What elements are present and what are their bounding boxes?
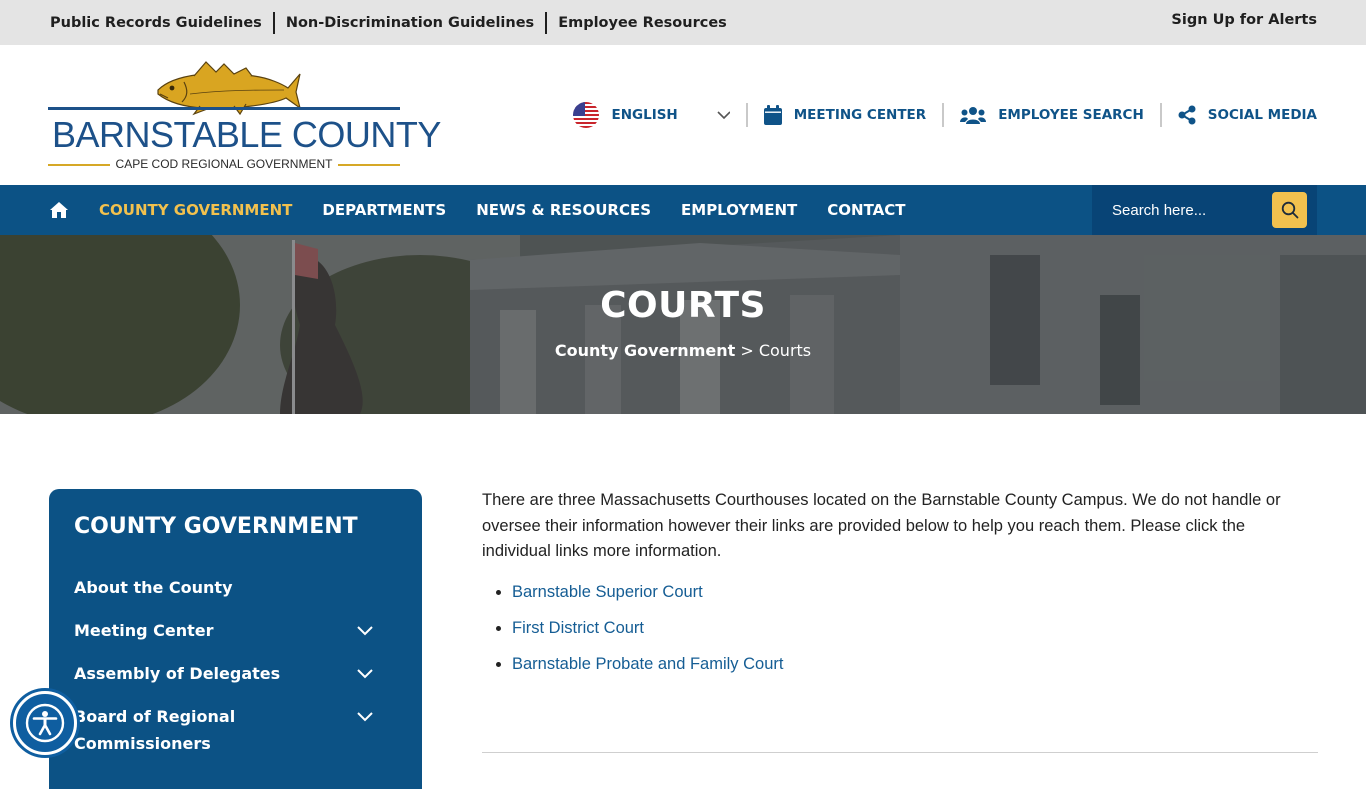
sidebar-item-label: Meeting Center bbox=[74, 621, 214, 640]
breadcrumb-separator: > bbox=[735, 341, 759, 360]
search-button[interactable] bbox=[1272, 192, 1307, 228]
chevron-down-icon[interactable] bbox=[357, 710, 373, 722]
non-discrimination-link[interactable]: Non-Discrimination Guidelines bbox=[272, 11, 545, 34]
logo-title: BARNSTABLE COUNTY bbox=[52, 114, 441, 155]
nav-contact[interactable]: CONTACT bbox=[827, 201, 905, 219]
page-title: COURTS bbox=[600, 285, 766, 326]
accessibility-button[interactable] bbox=[13, 691, 77, 755]
nav-list: COUNTY GOVERNMENT DEPARTMENTS NEWS & RES… bbox=[49, 185, 935, 235]
breadcrumb: County Government > Courts bbox=[0, 341, 1366, 360]
list-item: Barnstable Superior Court bbox=[512, 583, 1318, 602]
nav-employment[interactable]: EMPLOYMENT bbox=[681, 201, 797, 219]
sidebar-title: COUNTY GOVERNMENT bbox=[74, 514, 358, 539]
content-divider bbox=[482, 752, 1318, 753]
hero-banner: COURTS County Government > Courts bbox=[0, 235, 1366, 414]
top-utility-bar: Public Records Guidelines Non-Discrimina… bbox=[0, 0, 1366, 45]
nav-departments[interactable]: DEPARTMENTS bbox=[322, 201, 446, 219]
sidebar: COUNTY GOVERNMENT About the County Meeti… bbox=[49, 489, 422, 789]
public-records-link[interactable]: Public Records Guidelines bbox=[50, 12, 273, 34]
chevron-down-icon[interactable] bbox=[357, 624, 373, 636]
sidebar-item-board-commissioners[interactable]: Board of Regional Commissioners bbox=[74, 703, 397, 757]
sidebar-item-label: Assembly of Delegates bbox=[74, 664, 281, 683]
nav-county-government[interactable]: COUNTY GOVERNMENT bbox=[99, 201, 292, 219]
users-icon bbox=[960, 107, 987, 124]
meeting-center-link[interactable]: MEETING CENTER bbox=[745, 103, 942, 127]
main-content: There are three Massachusetts Courthouse… bbox=[482, 488, 1318, 691]
home-icon[interactable] bbox=[49, 201, 69, 219]
meeting-center-label: MEETING CENTER bbox=[793, 107, 927, 123]
sidebar-item-assembly[interactable]: Assembly of Delegates bbox=[74, 660, 397, 687]
employee-search-label: EMPLOYEE SEARCH bbox=[998, 107, 1144, 123]
calendar-icon bbox=[763, 105, 782, 125]
search-input[interactable] bbox=[1092, 185, 1272, 235]
language-label: ENGLISH bbox=[611, 107, 678, 123]
search-box bbox=[1092, 185, 1317, 235]
language-selector[interactable]: ENGLISH bbox=[557, 102, 745, 128]
social-media-label: SOCIAL MEDIA bbox=[1207, 107, 1317, 123]
sidebar-item-label: Board of Regional Commissioners bbox=[74, 707, 236, 753]
courts-list: Barnstable Superior Court First District… bbox=[482, 583, 1318, 674]
barnstable-county-logo[interactable]: BARNSTABLE COUNTY CAPE COD REGIONAL GOVE… bbox=[48, 58, 441, 174]
logo-subtitle: CAPE COD REGIONAL GOVERNMENT bbox=[48, 157, 400, 171]
employee-resources-link[interactable]: Employee Resources bbox=[545, 11, 738, 34]
employee-search-link[interactable]: EMPLOYEE SEARCH bbox=[942, 103, 1160, 127]
us-flag-icon bbox=[573, 102, 600, 128]
header-utility-nav: ENGLISH MEETING CENTER EMPLOYEE SEARCH S… bbox=[557, 97, 1317, 133]
sidebar-item-meeting-center[interactable]: Meeting Center bbox=[74, 617, 397, 644]
breadcrumb-county-government[interactable]: County Government bbox=[555, 341, 735, 360]
nav-news-resources[interactable]: NEWS & RESOURCES bbox=[476, 201, 651, 219]
intro-paragraph: There are three Massachusetts Courthouse… bbox=[482, 491, 1281, 560]
accessibility-icon bbox=[25, 703, 65, 743]
district-court-link[interactable]: First District Court bbox=[512, 619, 644, 637]
list-item: First District Court bbox=[512, 619, 1318, 638]
chevron-down-icon bbox=[717, 111, 730, 120]
sidebar-item-about[interactable]: About the County bbox=[74, 574, 397, 601]
search-icon bbox=[1281, 201, 1298, 219]
social-media-link[interactable]: SOCIAL MEDIA bbox=[1159, 103, 1317, 127]
utility-links: Public Records Guidelines Non-Discrimina… bbox=[50, 0, 738, 45]
share-icon bbox=[1178, 105, 1196, 125]
sidebar-item-label: About the County bbox=[74, 578, 233, 597]
chevron-down-icon[interactable] bbox=[357, 667, 373, 679]
main-navigation: COUNTY GOVERNMENT DEPARTMENTS NEWS & RES… bbox=[0, 185, 1366, 235]
logo-rule bbox=[48, 107, 400, 110]
sign-up-alerts-link[interactable]: Sign Up for Alerts bbox=[1171, 12, 1317, 28]
list-item: Barnstable Probate and Family Court bbox=[512, 655, 1318, 674]
probate-court-link[interactable]: Barnstable Probate and Family Court bbox=[512, 655, 783, 673]
superior-court-link[interactable]: Barnstable Superior Court bbox=[512, 583, 703, 601]
breadcrumb-current: Courts bbox=[758, 341, 812, 360]
